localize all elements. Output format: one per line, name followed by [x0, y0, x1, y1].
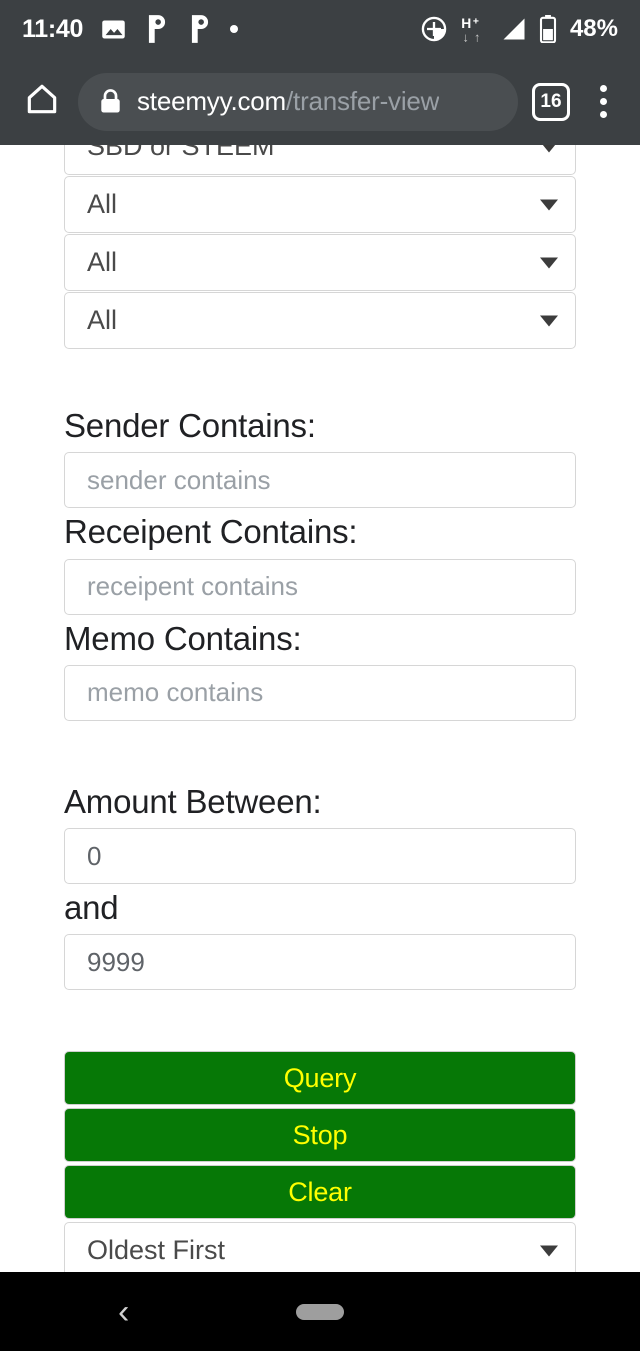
url-bar[interactable]: steemyy.com/transfer-view: [78, 72, 518, 131]
filter-select-2-value: All: [87, 247, 118, 277]
url-host: steemyy.com: [137, 86, 287, 116]
android-status-bar: 11:40 H + ↓ ↑ 48%: [0, 0, 640, 58]
amount-min-input[interactable]: 0: [64, 828, 576, 884]
action-button-group: Query Stop Clear: [64, 1051, 576, 1220]
home-button[interactable]: [14, 80, 70, 123]
amount-max-field: and 9999: [64, 888, 576, 991]
chevron-down-icon: [540, 1245, 558, 1257]
tab-count-label: 16: [540, 90, 562, 112]
p-app-icon: [144, 14, 170, 44]
browser-toolbar: steemyy.com/transfer-view 16: [0, 58, 640, 145]
lock-icon: [98, 88, 123, 115]
hplus-data-icon: H + ↓ ↑: [459, 14, 489, 44]
memo-contains-input[interactable]: memo contains: [64, 664, 576, 721]
battery-percent-label: 48%: [569, 15, 618, 42]
chevron-down-icon: [540, 315, 558, 326]
amount-max-input[interactable]: 9999: [64, 934, 576, 991]
currency-select[interactable]: SBD or STEEM: [64, 145, 576, 175]
chevron-down-icon: [540, 199, 558, 210]
receipent-contains-label: Receipent Contains:: [64, 513, 358, 551]
currency-select-value: SBD or STEEM: [87, 145, 275, 161]
sort-order-value: Oldest First: [87, 1235, 226, 1266]
sender-contains-field: Sender Contains: sender contains: [64, 406, 576, 509]
filter-select-3[interactable]: All: [64, 292, 576, 349]
dot-icon: [230, 25, 239, 33]
overflow-menu-icon[interactable]: [580, 74, 626, 130]
amount-and-label: and: [64, 889, 119, 926]
filter-select-1-value: All: [87, 189, 118, 219]
filter-select-3-value: All: [87, 305, 118, 335]
chevron-down-icon: [540, 145, 558, 152]
receipent-contains-input[interactable]: receipent contains: [64, 558, 576, 615]
phone-screen: 11:40 H + ↓ ↑ 48% steemyy.com/transfer-v…: [0, 0, 640, 1351]
signal-icon: [500, 16, 528, 42]
web-page-viewport: SBD or STEEM All All All Sender Contains…: [0, 145, 640, 1272]
battery-icon: [539, 15, 557, 43]
memo-contains-field: Memo Contains: memo contains: [64, 619, 576, 721]
query-button[interactable]: Query: [64, 1051, 576, 1106]
android-nav-bar: ‹: [0, 1272, 640, 1351]
amount-between-field: Amount Between: 0: [64, 782, 576, 884]
amount-between-label: Amount Between:: [64, 782, 322, 820]
p-app-icon: [187, 14, 213, 44]
url-text: steemyy.com/transfer-view: [137, 86, 439, 117]
filter-select-1[interactable]: All: [64, 176, 576, 233]
currency-select-clipped-wrapper: SBD or STEEM: [64, 145, 576, 175]
filter-select-2[interactable]: All: [64, 234, 576, 291]
svg-text:+: +: [473, 16, 479, 27]
stop-button[interactable]: Stop: [64, 1108, 576, 1163]
sender-contains-label: Sender Contains:: [64, 407, 316, 444]
transfer-filter-form: SBD or STEEM All All All Sender Contains…: [0, 145, 640, 1272]
filter-select-group: All All All: [64, 176, 576, 349]
photo-icon: [100, 16, 127, 43]
memo-contains-label: Memo Contains:: [64, 619, 302, 657]
sort-order-select[interactable]: Oldest First: [64, 1222, 576, 1272]
status-bar-left: 11:40: [22, 14, 420, 44]
tab-switcher-button[interactable]: 16: [532, 82, 570, 121]
svg-text:H: H: [461, 15, 471, 31]
url-path: /transfer-view: [286, 86, 440, 116]
home-pill-icon[interactable]: [296, 1303, 344, 1320]
svg-text:↓: ↓: [462, 31, 468, 44]
clear-button[interactable]: Clear: [64, 1165, 576, 1220]
receipent-contains-field: Receipent Contains: receipent contains: [64, 512, 576, 615]
home-icon: [23, 80, 61, 123]
status-bar-right: H + ↓ ↑ 48%: [420, 14, 618, 44]
sender-contains-input[interactable]: sender contains: [64, 452, 576, 509]
back-chevron-icon[interactable]: ‹: [118, 1295, 129, 1329]
status-bar-clock: 11:40: [22, 14, 84, 43]
chevron-down-icon: [540, 257, 558, 268]
location-icon: [420, 15, 448, 43]
svg-text:↑: ↑: [474, 31, 480, 44]
